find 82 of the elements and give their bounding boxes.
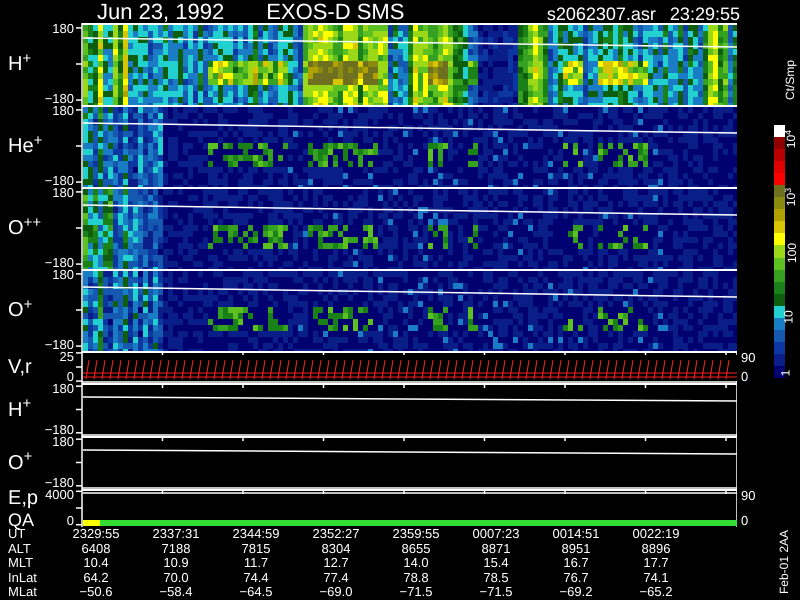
plot-date: Jun 23, 1992 [97, 1, 224, 23]
axis-tick-label: −180 [44, 257, 74, 269]
table-cell-text: 15.4 [482, 556, 510, 571]
panel-label: E,p [8, 487, 38, 509]
panel-label: O$^{+}$ [8, 452, 32, 474]
table-cell-text: 10.4 [82, 556, 110, 571]
table-cell-text: 11.7 [242, 556, 270, 571]
table-cell-text: 6408 [80, 542, 112, 556]
axis-tick-label: 90 [741, 351, 756, 364]
table-cell-text: 14.0 [402, 556, 430, 571]
panel-label: QA [8, 511, 34, 529]
table-cell-text: −58.4 [158, 585, 194, 600]
table-cell-text: 77.4 [322, 570, 350, 586]
table-cell-text: 78.5 [482, 570, 510, 586]
table-cell-text: 7188 [160, 542, 192, 556]
colorbar-tick-label: 10 [782, 310, 795, 324]
table-cell-text: 78.8 [402, 570, 430, 586]
table-cell-text: 64.2 [82, 570, 110, 586]
axis-tick-label: 180 [52, 436, 74, 448]
table-cell-text: 7815 [240, 542, 272, 556]
table-cell-text: 8896 [640, 542, 672, 556]
version-label: Feb-01 2AA [778, 530, 790, 594]
table-cell-text: 16.7 [562, 556, 590, 571]
row-label: MLat [8, 585, 38, 600]
panel-label: V,r [8, 356, 32, 378]
table-cell-text: 17.7 [642, 556, 670, 571]
axis-tick-label: 0 [66, 371, 74, 383]
axis-tick-label: 0 [66, 515, 74, 527]
table-cell-text: 2329:55 [72, 527, 120, 542]
panel-label: H$^{+}$ [8, 53, 32, 75]
row-label: InLat [8, 570, 38, 586]
axis-tick-label: −180 [44, 477, 74, 489]
axis-tick-label: −180 [44, 175, 74, 187]
table-cell-text: 12.7 [322, 556, 350, 571]
axis-tick-label: −180 [44, 93, 74, 105]
plot-title: EXOS-D SMS [266, 1, 404, 23]
row-label: MLT [8, 556, 34, 571]
plot-time: 23:29:55 [670, 5, 740, 23]
axis-tick-label: 90 [741, 489, 756, 502]
panel-label: O$^{++}$ [8, 217, 42, 239]
table-cell-text: 2344:59 [232, 527, 280, 542]
table-cell-text: −65.2 [638, 585, 674, 600]
axis-tick-label: 180 [52, 187, 74, 199]
axis-tick-label: 0 [741, 370, 748, 383]
axis-tick-label: −180 [44, 339, 74, 351]
panel-label: O$^{+}$ [8, 299, 32, 321]
panel-label: H$^{+}$ [8, 398, 32, 420]
table-cell-text: 2337:31 [152, 527, 200, 542]
table-cell-text: −71.5 [398, 585, 434, 600]
axis-tick-label: 4000 [45, 489, 74, 501]
file-name: s2062307.asr [546, 5, 656, 23]
table-cell-text: 76.7 [562, 570, 590, 586]
colorbar-tick-label: 1 [779, 370, 792, 376]
table-cell-text: 0007:23 [472, 527, 520, 542]
axis-tick-label: 180 [52, 23, 74, 35]
table-cell-text: 2359:55 [392, 527, 440, 542]
axis-tick-label: 180 [52, 269, 74, 281]
table-cell-text: −64.5 [238, 585, 274, 600]
panel-label: He$^{+}$ [8, 135, 42, 157]
table-cell-text: −69.0 [318, 585, 354, 600]
axis-tick-label: 180 [52, 383, 74, 395]
table-cell-text: −69.2 [558, 585, 594, 600]
axis-tick-label: 180 [52, 105, 74, 117]
colorbar-tick-label: 100 [786, 242, 798, 264]
table-cell-text: 74.1 [642, 570, 670, 586]
table-cell-text: −50.6 [78, 585, 114, 600]
table-cell-text: 2352:27 [312, 527, 360, 542]
axis-tick-label: 25 [60, 351, 74, 363]
table-cell-text: 0014:51 [552, 527, 600, 542]
colorbar-unit: Ct/Smp [784, 60, 796, 100]
table-cell-text: 74.4 [242, 570, 270, 586]
axis-tick-label: −180 [44, 424, 74, 436]
axis-tick-label: 0 [741, 514, 748, 527]
table-cell-text: −71.5 [478, 585, 514, 600]
table-cell-text: 10.9 [162, 556, 190, 571]
table-cell-text: 8655 [400, 542, 432, 556]
table-cell-text: 70.0 [162, 570, 190, 586]
table-cell-text: 8871 [480, 542, 512, 556]
table-cell-text: 8951 [560, 542, 592, 556]
row-label: ALT [8, 542, 32, 556]
table-cell-text: 0022:19 [632, 527, 680, 542]
table-cell-text: 8304 [320, 542, 352, 556]
